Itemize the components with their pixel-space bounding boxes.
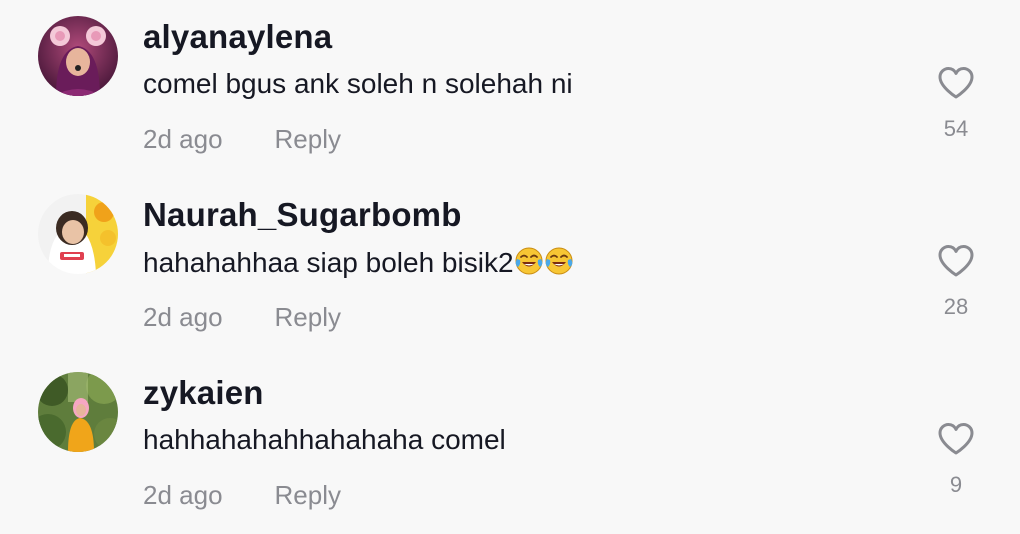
comment-meta: 2d ago Reply bbox=[143, 480, 341, 511]
avatar[interactable] bbox=[38, 372, 118, 452]
reply-button[interactable]: Reply bbox=[275, 302, 341, 332]
avatar-hijab-girl-icon bbox=[38, 194, 118, 274]
avatar-outdoor-yellow-shirt-icon bbox=[38, 372, 118, 452]
comment-text-content: hahahahhaa siap boleh bisik2 bbox=[143, 247, 514, 278]
comment-time: 2d ago bbox=[143, 480, 223, 510]
comment-text: hahhahahahhahahaha comel bbox=[143, 424, 506, 455]
comment-username[interactable]: Naurah_Sugarbomb bbox=[143, 196, 462, 234]
heart-icon bbox=[938, 423, 974, 455]
heart-icon bbox=[938, 245, 974, 277]
like-button[interactable]: 28 bbox=[936, 244, 976, 320]
comment-username[interactable]: zykaien bbox=[143, 374, 264, 412]
heart-icon bbox=[938, 67, 974, 99]
like-count: 9 bbox=[949, 472, 963, 497]
face-with-tears-of-joy-icon bbox=[544, 246, 574, 276]
avatar-bear-ears-filter-icon bbox=[38, 16, 118, 96]
comment-item: alyanaylena comel bgus ank soleh n soleh… bbox=[0, 0, 1020, 178]
like-count: 28 bbox=[943, 294, 969, 319]
avatar[interactable] bbox=[38, 194, 118, 274]
like-button[interactable]: 9 bbox=[936, 422, 976, 498]
comment-text: hahahahhaa siap boleh bisik2 bbox=[143, 246, 574, 279]
reply-button[interactable]: Reply bbox=[275, 124, 341, 154]
face-with-tears-of-joy-icon bbox=[514, 246, 544, 276]
comment-username[interactable]: alyanaylena bbox=[143, 18, 332, 56]
like-button[interactable]: 54 bbox=[936, 66, 976, 142]
comment-time: 2d ago bbox=[143, 302, 223, 332]
reply-button[interactable]: Reply bbox=[275, 480, 341, 510]
comment-meta: 2d ago Reply bbox=[143, 302, 341, 333]
like-count: 54 bbox=[943, 116, 969, 141]
comment-item: zykaien hahhahahahhahahaha comel 2d ago R… bbox=[0, 356, 1020, 534]
comment-meta: 2d ago Reply bbox=[143, 124, 341, 155]
comment-time: 2d ago bbox=[143, 124, 223, 154]
avatar[interactable] bbox=[38, 16, 118, 96]
comment-item: Naurah_Sugarbomb hahahahhaa siap boleh b… bbox=[0, 178, 1020, 356]
comment-text: comel bgus ank soleh n solehah ni bbox=[143, 68, 573, 99]
